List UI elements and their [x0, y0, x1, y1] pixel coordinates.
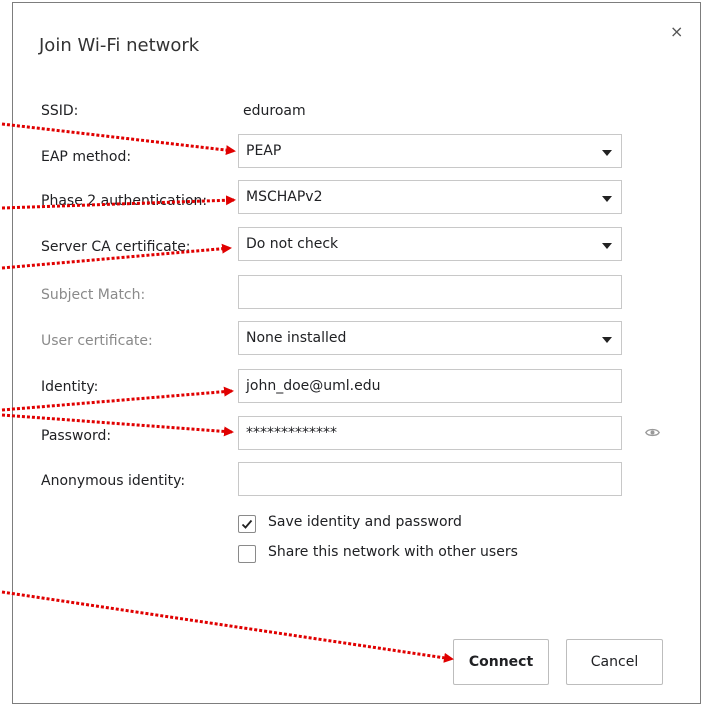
server-ca-label: Server CA certificate:	[41, 239, 191, 255]
user-certificate-value: None installed	[246, 330, 347, 346]
chevron-down-icon	[602, 337, 612, 343]
password-input[interactable]: *************	[238, 416, 622, 450]
wifi-join-dialog: Join Wi-Fi network × SSID: eduroam EAP m…	[12, 2, 701, 704]
share-network-label: Share this network with other users	[268, 544, 518, 560]
connect-button[interactable]: Connect	[453, 639, 549, 685]
anonymous-identity-input[interactable]	[238, 462, 622, 496]
user-certificate-label: User certificate:	[41, 333, 153, 349]
subject-match-label: Subject Match:	[41, 287, 146, 303]
server-ca-value: Do not check	[246, 236, 339, 252]
close-icon[interactable]: ×	[670, 22, 683, 41]
eap-method-value: PEAP	[246, 143, 282, 159]
subject-match-input[interactable]	[238, 275, 622, 309]
password-value: *************	[246, 425, 337, 441]
anonymous-identity-label: Anonymous identity:	[41, 473, 186, 489]
eap-method-select[interactable]: PEAP	[238, 134, 622, 168]
phase2-label: Phase 2 authentication:	[41, 193, 208, 209]
server-ca-select[interactable]: Do not check	[238, 227, 622, 261]
ssid-label: SSID:	[41, 103, 79, 119]
eap-method-label: EAP method:	[41, 149, 132, 165]
save-identity-label: Save identity and password	[268, 514, 462, 530]
check-icon	[241, 519, 253, 529]
save-identity-checkbox[interactable]	[238, 515, 256, 533]
identity-input[interactable]: john_doe@uml.edu	[238, 369, 622, 403]
phase2-value: MSCHAPv2	[246, 189, 323, 205]
phase2-select[interactable]: MSCHAPv2	[238, 180, 622, 214]
chevron-down-icon	[602, 243, 612, 249]
chevron-down-icon	[602, 150, 612, 156]
password-label: Password:	[41, 428, 112, 444]
share-network-checkbox[interactable]	[238, 545, 256, 563]
cancel-button[interactable]: Cancel	[566, 639, 663, 685]
chevron-down-icon	[602, 196, 612, 202]
dialog-title: Join Wi-Fi network	[39, 35, 200, 56]
eye-icon[interactable]	[645, 428, 660, 437]
identity-value: john_doe@uml.edu	[246, 378, 381, 394]
identity-label: Identity:	[41, 379, 99, 395]
ssid-value: eduroam	[243, 103, 306, 119]
user-certificate-select[interactable]: None installed	[238, 321, 622, 355]
